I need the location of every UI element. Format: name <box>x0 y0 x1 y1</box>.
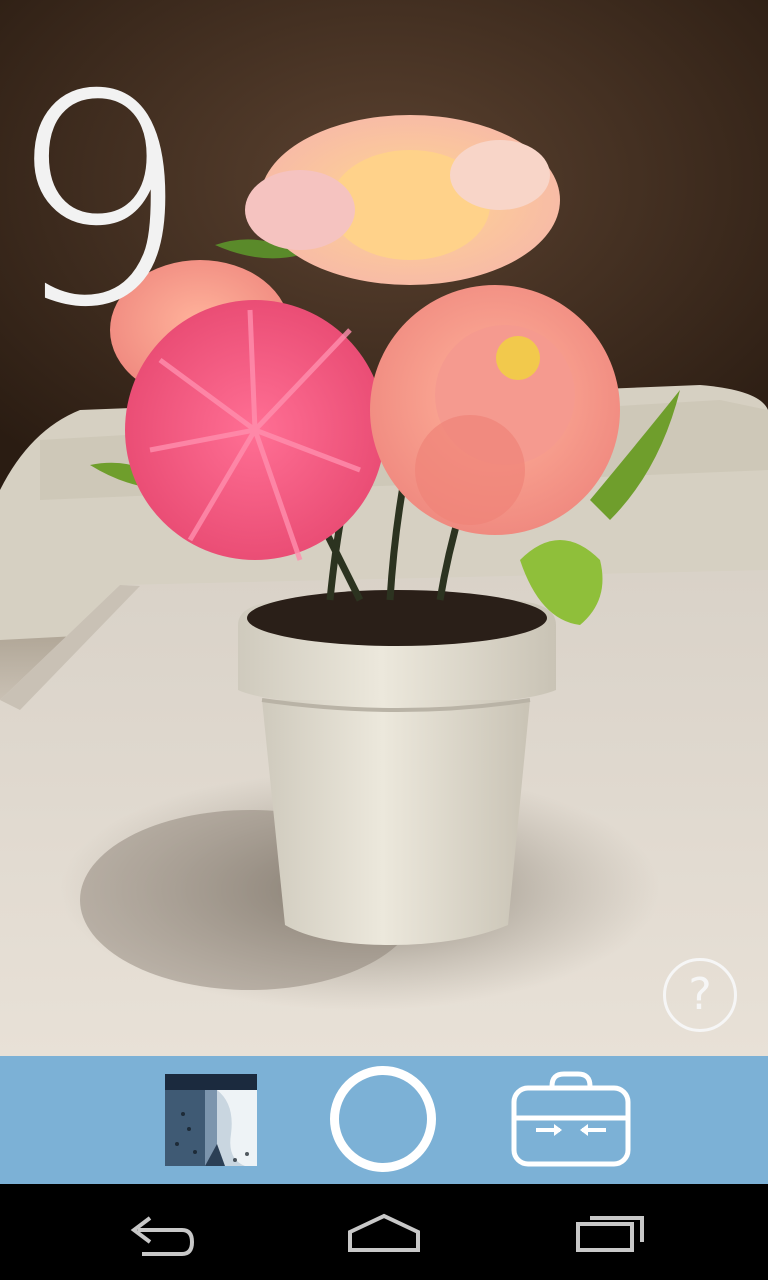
camera-control-bar <box>0 1056 768 1184</box>
shutter-button[interactable] <box>330 1066 436 1172</box>
countdown-timer: 9 <box>6 34 190 371</box>
back-icon <box>130 1216 195 1256</box>
camera-screen: 9 ? <box>0 0 768 1280</box>
home-icon <box>348 1213 420 1252</box>
help-icon: ? <box>688 969 712 1020</box>
switch-camera-button[interactable] <box>510 1070 632 1170</box>
gallery-thumbnail-image <box>165 1074 257 1166</box>
camera-switch-icon <box>511 1071 631 1167</box>
help-button[interactable]: ? <box>663 958 737 1032</box>
recents-icon <box>576 1216 644 1252</box>
home-button[interactable] <box>336 1204 432 1260</box>
system-navigation-bar <box>0 1184 768 1280</box>
recents-button[interactable] <box>560 1204 656 1260</box>
gallery-thumbnail[interactable] <box>165 1074 257 1166</box>
back-button[interactable] <box>112 1204 208 1260</box>
camera-viewfinder[interactable]: 9 ? <box>0 0 768 1056</box>
